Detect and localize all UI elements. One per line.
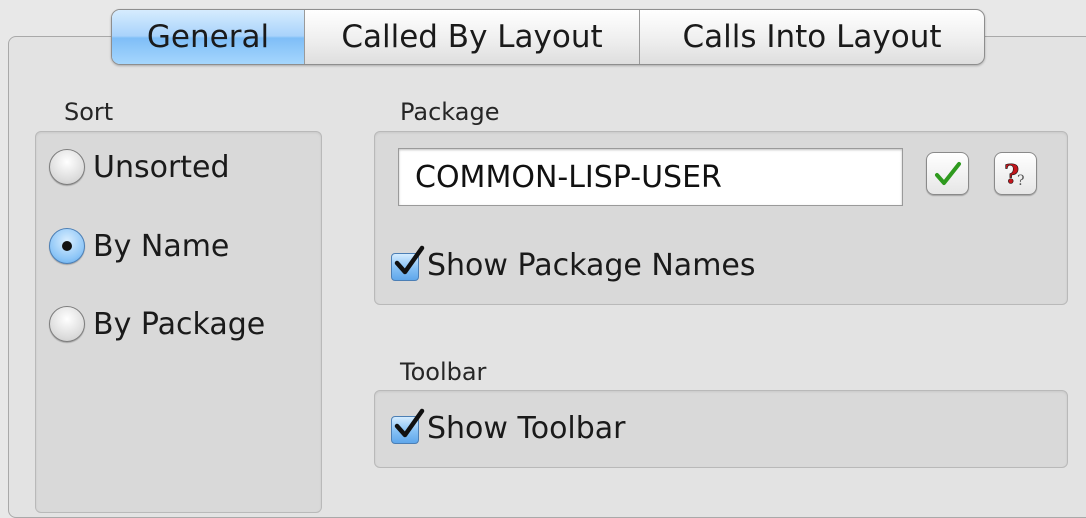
radio-by-package-label: By Package bbox=[93, 306, 266, 342]
checkmark-icon bbox=[934, 161, 961, 185]
radio-by-package[interactable]: By Package bbox=[49, 306, 265, 342]
tab-called-by-layout[interactable]: Called By Layout bbox=[305, 10, 640, 64]
svg-text:?: ? bbox=[1017, 173, 1025, 189]
radio-button-selected[interactable] bbox=[49, 228, 85, 264]
radio-button[interactable] bbox=[49, 149, 85, 185]
radio-unsorted-label: Unsorted bbox=[93, 149, 230, 185]
question-mark-icon: ? ? bbox=[1003, 159, 1025, 189]
radio-by-name-label: By Name bbox=[93, 228, 230, 264]
show-package-names-label: Show Package Names bbox=[427, 248, 756, 283]
package-group-label: Package bbox=[400, 98, 500, 126]
confirm-package-button[interactable] bbox=[926, 152, 969, 195]
tab-bar: General Called By Layout Calls Into Layo… bbox=[111, 9, 985, 65]
checkbox-checked[interactable] bbox=[391, 245, 425, 281]
toolbar-group-label: Toolbar bbox=[400, 358, 487, 386]
package-input[interactable] bbox=[398, 148, 903, 206]
sort-group-label: Sort bbox=[64, 98, 114, 126]
show-toolbar-checkbox[interactable]: Show Toolbar bbox=[391, 408, 626, 446]
tab-calls-into-layout[interactable]: Calls Into Layout bbox=[640, 10, 984, 64]
radio-unsorted[interactable]: Unsorted bbox=[49, 149, 230, 185]
radio-button[interactable] bbox=[49, 306, 85, 342]
show-toolbar-label: Show Toolbar bbox=[427, 411, 626, 446]
checkmark-icon bbox=[394, 408, 425, 437]
checkbox-checked[interactable] bbox=[391, 408, 425, 444]
radio-by-name[interactable]: By Name bbox=[49, 228, 229, 264]
checkmark-icon bbox=[394, 245, 425, 274]
show-package-names-checkbox[interactable]: Show Package Names bbox=[391, 245, 756, 283]
package-help-button[interactable]: ? ? bbox=[994, 152, 1037, 195]
tab-general[interactable]: General bbox=[112, 10, 305, 64]
